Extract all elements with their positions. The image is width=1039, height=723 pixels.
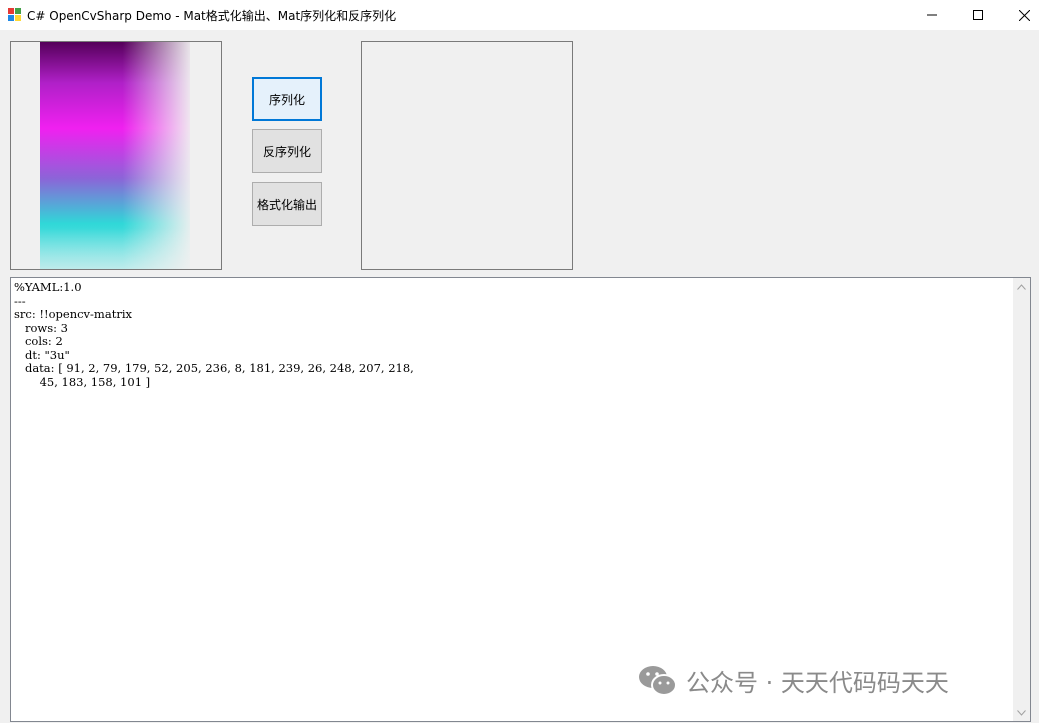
output-textbox[interactable]: %YAML:1.0 --- src: !!opencv-matrix rows:… xyxy=(10,277,1031,722)
window-title: C# OpenCvSharp Demo - Mat格式化输出、Mat序列化和反序… xyxy=(27,9,397,23)
source-picture-box xyxy=(10,41,222,270)
output-text: %YAML:1.0 --- src: !!opencv-matrix rows:… xyxy=(14,280,414,389)
close-button[interactable] xyxy=(1001,0,1039,30)
chevron-up-icon[interactable] xyxy=(1013,278,1030,295)
deserialize-button[interactable]: 反序列化 xyxy=(252,129,322,173)
app-icon xyxy=(8,8,21,21)
watermark-text: 公众号 · 天天代码码天天 xyxy=(686,669,949,697)
minimize-icon xyxy=(927,14,937,16)
close-icon xyxy=(1018,9,1030,21)
serialize-button[interactable]: 序列化 xyxy=(252,77,322,121)
source-image xyxy=(40,42,190,269)
maximize-button[interactable] xyxy=(955,0,1001,30)
minimize-button[interactable] xyxy=(909,0,955,30)
result-picture-box xyxy=(361,41,573,270)
chevron-down-icon[interactable] xyxy=(1013,704,1030,721)
format-output-button[interactable]: 格式化输出 xyxy=(252,182,322,226)
maximize-icon xyxy=(973,10,983,20)
watermark: 公众号 · 天天代码码天天 xyxy=(638,663,949,698)
vertical-scrollbar[interactable] xyxy=(1013,278,1030,721)
wechat-icon xyxy=(639,665,677,696)
title-bar: C# OpenCvSharp Demo - Mat格式化输出、Mat序列化和反序… xyxy=(0,0,1039,30)
